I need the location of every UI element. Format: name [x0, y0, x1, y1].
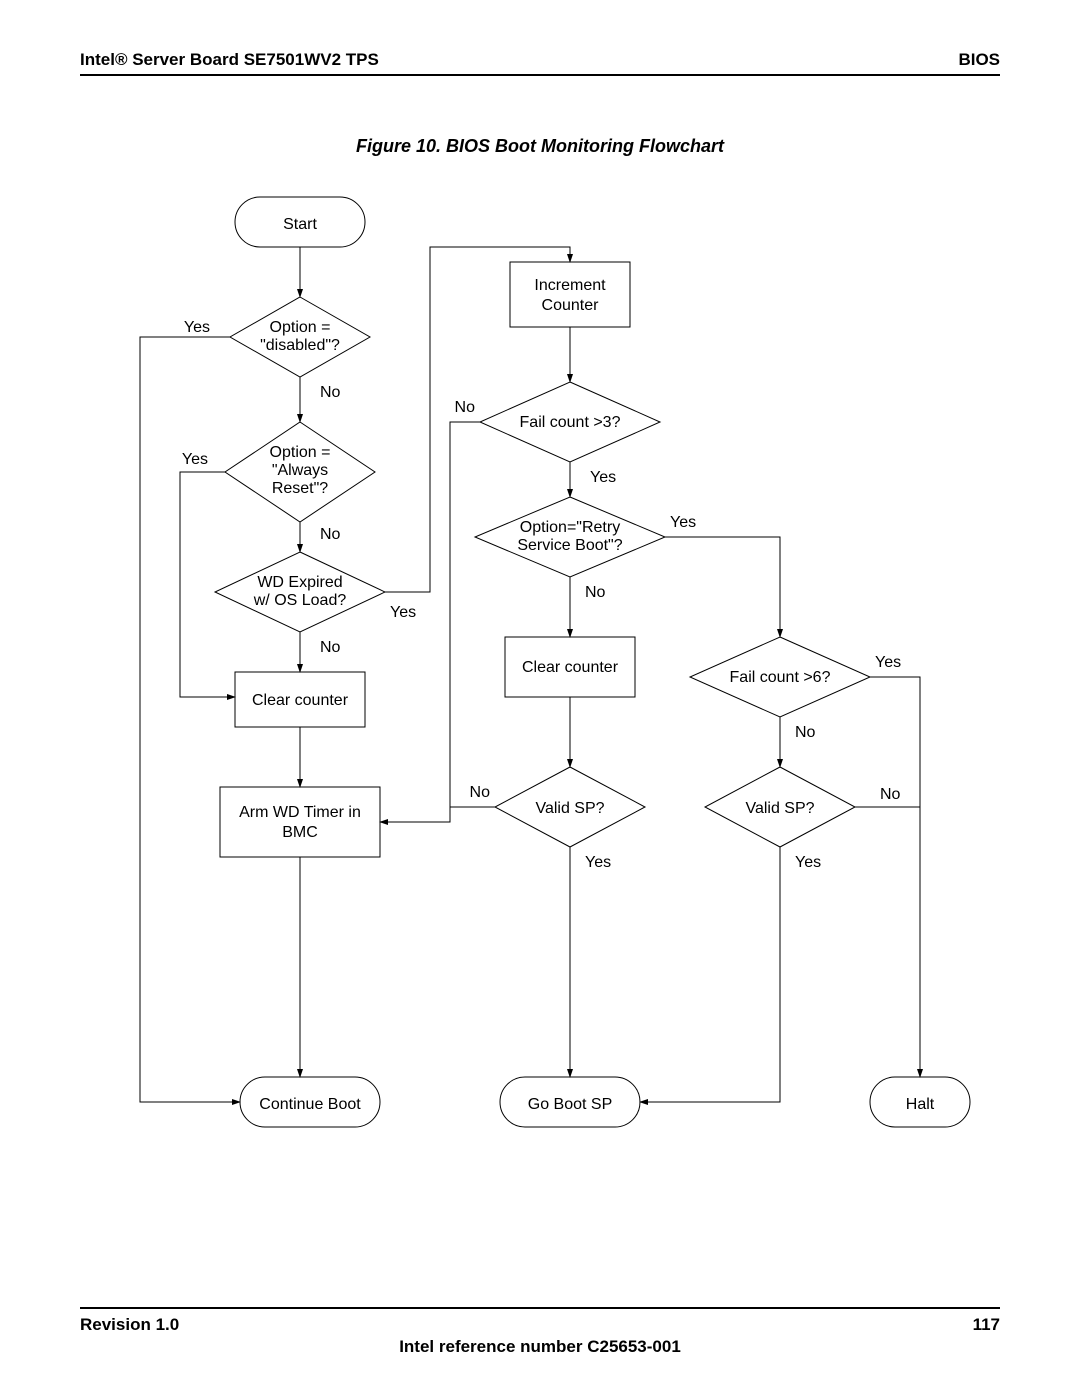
edge — [870, 677, 920, 1077]
node-fail-count-6: Fail count >6? — [690, 637, 870, 717]
footer-left: Revision 1.0 — [80, 1315, 179, 1335]
page-footer: Revision 1.0 117 Intel reference number … — [80, 1307, 1000, 1357]
node-option-always-reset: Option = "Always Reset"? — [225, 422, 375, 522]
txt8: Fail count >3? — [520, 414, 621, 431]
txt3b: w/ OS Load? — [253, 592, 347, 609]
txt11: Valid SP? — [535, 800, 604, 817]
lbl-yes-1: Yes — [184, 319, 210, 336]
lbl-yes-5: Yes — [670, 514, 696, 531]
footer-right: 117 — [973, 1315, 1000, 1335]
header-right: BIOS — [958, 50, 1000, 70]
txt3a: WD Expired — [257, 574, 342, 591]
lbl-yes-3: Yes — [390, 604, 416, 621]
txt15: Halt — [906, 1096, 935, 1113]
txt9b: Service Boot"? — [517, 537, 622, 554]
header-left: Intel® Server Board SE7501WV2 TPS — [80, 50, 379, 70]
node-continue-boot: Continue Boot — [240, 1077, 380, 1127]
lbl-no-1: No — [320, 384, 341, 401]
txt6: Continue Boot — [259, 1096, 361, 1113]
flowchart-svg: Start Option = "disabled"? Yes No Option… — [80, 187, 1000, 1137]
node-go-boot-sp: Go Boot SP — [500, 1077, 640, 1127]
lbl-no-2: No — [320, 526, 341, 543]
txt10: Clear counter — [522, 659, 619, 676]
node-fail-count-3: Fail count >3? — [480, 382, 660, 462]
txt5b: BMC — [282, 824, 318, 841]
lbl-yes-2: Yes — [182, 451, 208, 468]
node-start-label: Start — [283, 216, 317, 233]
edge — [640, 847, 780, 1102]
lbl-yes-4: Yes — [590, 469, 616, 486]
lbl-no-6: No — [470, 784, 491, 801]
lbl-yes-7: Yes — [875, 654, 901, 671]
node-clear-counter-mid: Clear counter — [505, 637, 635, 697]
lbl-no-3: No — [320, 639, 341, 656]
node-arm-wd-timer: Arm WD Timer in BMC — [220, 787, 380, 857]
txt7a: Increment — [534, 277, 606, 294]
edge — [665, 537, 780, 637]
txt9a: Option="Retry — [520, 519, 620, 536]
txt12: Go Boot SP — [528, 1096, 613, 1113]
node-option-retry-service-boot: Option="Retry Service Boot"? — [475, 497, 665, 577]
node-option-disabled: Option = "disabled"? — [230, 297, 370, 377]
footer-center: Intel reference number C25653-001 — [80, 1337, 1000, 1357]
lbl-no-7: No — [795, 724, 816, 741]
txt1b: "disabled"? — [260, 337, 340, 354]
lbl-no-8: No — [880, 786, 901, 803]
txt13: Fail count >6? — [730, 669, 831, 686]
lbl-yes-8: Yes — [795, 854, 821, 871]
lbl-no-4: No — [455, 399, 476, 416]
node-halt: Halt — [870, 1077, 970, 1127]
txt14: Valid SP? — [745, 800, 814, 817]
edge — [180, 472, 235, 697]
figure-title: Figure 10. BIOS Boot Monitoring Flowchar… — [80, 136, 1000, 157]
node-valid-sp-mid: Valid SP? — [495, 767, 645, 847]
node-start: Start — [235, 197, 365, 247]
lbl-no-5: No — [585, 584, 606, 601]
txt4: Clear counter — [252, 692, 349, 709]
node-increment-counter: Increment Counter — [510, 262, 630, 327]
flowchart-container: Start Option = "disabled"? Yes No Option… — [80, 187, 1000, 1142]
txt5a: Arm WD Timer in — [239, 804, 361, 821]
txt2a: Option = — [270, 444, 331, 461]
node-clear-counter-left: Clear counter — [235, 672, 365, 727]
lbl-yes-6: Yes — [585, 854, 611, 871]
node-valid-sp-right: Valid SP? — [705, 767, 855, 847]
page-container: Intel® Server Board SE7501WV2 TPS BIOS F… — [80, 50, 1000, 1340]
txt2b: "Always — [272, 462, 328, 479]
txt7b: Counter — [542, 297, 600, 314]
txt1a: Option = — [270, 319, 331, 336]
node-wd-expired: WD Expired w/ OS Load? — [215, 552, 385, 632]
txt2c: Reset"? — [272, 480, 328, 497]
page-header: Intel® Server Board SE7501WV2 TPS BIOS — [80, 50, 1000, 76]
